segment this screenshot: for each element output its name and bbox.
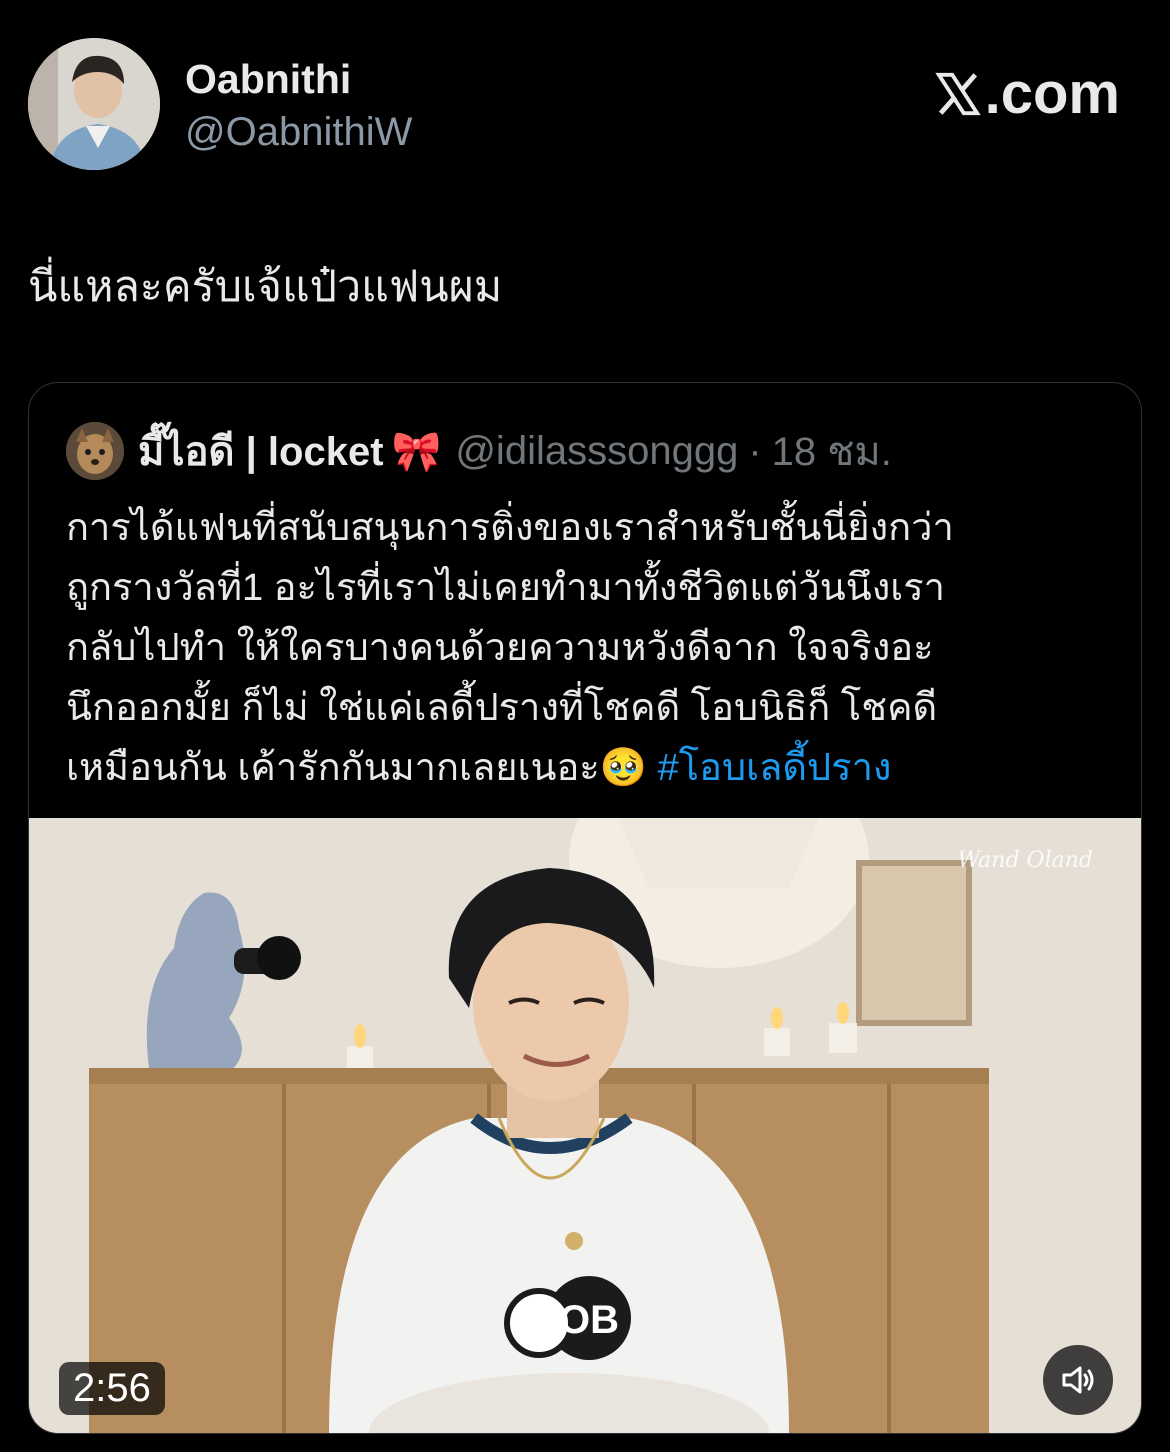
hashtag-link[interactable]: #โอบเลดี้ปราง <box>658 747 892 789</box>
quoted-timestamp[interactable]: 18 ชม. <box>772 419 892 483</box>
quoted-tweet[interactable]: มี๊ไอดี | locket 🎀 @idilasssonggg · 18 ช… <box>28 382 1142 1434</box>
pleading-face-emoji: 🥹 <box>599 747 648 789</box>
bow-emoji: 🎀 <box>391 429 442 474</box>
video-player[interactable]: OB Wand Oland 2:56 <box>29 818 1141 1433</box>
author-avatar-image <box>28 38 160 170</box>
quoted-text-line: ถูกรางวัลที่1 อะไรที่เราไม่เคยทำมาทั้งชี… <box>66 567 945 609</box>
separator-dot: · <box>748 428 762 473</box>
speaker-icon <box>1062 1366 1094 1394</box>
quoted-tweet-text: การได้แฟนที่สนับสนุนการติ่งของเราสำหรับช… <box>66 498 1116 798</box>
tweet-text: นี่แหละครับเจ้แป๋วแฟนผม <box>28 263 503 311</box>
author-avatar[interactable] <box>28 38 160 170</box>
author-handle[interactable]: @OabnithiW <box>185 110 412 155</box>
video-duration: 2:56 <box>59 1362 165 1415</box>
quoted-avatar-image <box>66 422 124 480</box>
quoted-text-last-line: เหมือนกัน เค้ารักกันมากเลยเนอะ🥹 #โอบเลดี… <box>66 738 1116 798</box>
x-com-text: .com <box>984 61 1120 126</box>
author-display-name[interactable]: Oabnithi <box>185 56 351 103</box>
quoted-tweet-header: มี๊ไอดี | locket 🎀 @idilasssonggg · 18 ช… <box>66 421 892 481</box>
quoted-display-name[interactable]: มี๊ไอดี | locket <box>138 419 384 483</box>
tweet-header: Oabnithi @OabnithiW .com <box>0 0 1170 200</box>
quoted-handle[interactable]: @idilasssonggg <box>455 429 738 474</box>
video-watermark: Wand Oland <box>957 848 1093 873</box>
quoted-text-line: นึกออกมั้ย ก็ไม่ ใช่แค่เลดี้ปรางที่โชคดี… <box>66 687 938 729</box>
quoted-text-line: กลับไปทำ ให้ใครบางคนด้วยความหวังดีจาก ใจ… <box>66 627 934 669</box>
quoted-text-line: การได้แฟนที่สนับสนุนการติ่งของเราสำหรับช… <box>66 507 954 549</box>
x-logo-icon <box>934 72 981 115</box>
quoted-text-line: เหมือนกัน เค้ารักกันมากเลยเนอะ <box>66 747 600 789</box>
mute-toggle-button[interactable] <box>1043 1345 1113 1415</box>
video-frame: OB <box>29 818 1141 1433</box>
x-com-brand: .com <box>934 60 1120 127</box>
shirt-logo-text: OB <box>559 1298 619 1342</box>
quoted-author-avatar[interactable] <box>66 422 124 480</box>
